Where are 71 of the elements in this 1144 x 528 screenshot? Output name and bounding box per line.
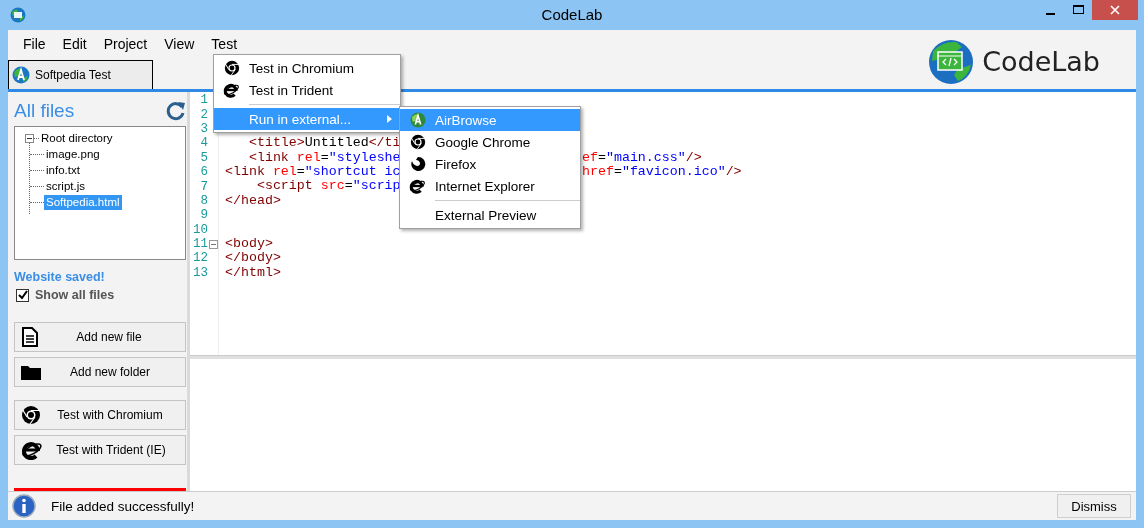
document-icon (21, 327, 39, 347)
folder-icon (21, 364, 41, 380)
close-icon (1110, 5, 1120, 15)
menu-item[interactable]: Test (204, 35, 245, 52)
menu-option[interactable]: External Preview (400, 204, 580, 226)
line-number: 4 (199, 136, 208, 151)
app-icon (10, 7, 26, 23)
window-title: CodeLab (541, 6, 603, 23)
menu-item[interactable]: Project (96, 35, 155, 52)
chromium-icon (409, 134, 426, 150)
line-number: 5 (199, 150, 208, 165)
firefox-icon (409, 156, 426, 172)
menu-option[interactable]: Firefox (400, 153, 580, 175)
checkbox-label: Show all files (35, 288, 115, 302)
tree-item[interactable]: image.png (44, 146, 102, 162)
menu-option[interactable]: Test in Chromium (214, 57, 400, 79)
ie-icon (223, 82, 240, 98)
code-line: href="favicon.ico"/> (582, 164, 742, 180)
globe-a-icon (409, 112, 426, 128)
sidebar-button[interactable]: Add new folder (14, 357, 186, 387)
menu-option[interactable]: Google Chrome (400, 131, 580, 153)
save-status: Website saved! (14, 270, 106, 284)
code-line: <title>Untitled</ti (247, 135, 401, 151)
sidebar-button[interactable]: Add new file (14, 322, 186, 352)
chromium-icon (21, 405, 41, 425)
line-number: 3 (199, 121, 208, 136)
line-number: 9 (199, 208, 208, 223)
code-line: </html> (225, 264, 281, 280)
menu-item[interactable]: Edit (55, 35, 94, 52)
file-tab[interactable]: Softpedia Test (8, 60, 153, 89)
dismiss-button[interactable]: Dismiss (1057, 494, 1131, 518)
sidebar-button[interactable]: Test with Chromium (14, 400, 186, 430)
menu-item[interactable]: View (157, 35, 202, 52)
code-line: </body> (225, 250, 281, 266)
ie-icon (409, 178, 426, 194)
chromium-icon (223, 60, 240, 76)
checkmark-icon (17, 290, 28, 300)
line-number: 7 (199, 179, 208, 194)
minimize-icon (1045, 13, 1055, 15)
line-number: 11 (192, 237, 208, 252)
line-number: 13 (192, 265, 208, 280)
logo-text: CodeLab (982, 46, 1100, 77)
code-line: <script src="scrip (255, 178, 401, 194)
sidebar-button[interactable]: Test with Trident (IE) (14, 435, 186, 465)
line-number: 6 (199, 165, 208, 180)
status-message: File added successfully! (51, 498, 195, 514)
submenu-arrow-icon (387, 115, 392, 123)
line-number: 8 (199, 193, 208, 208)
menu-item[interactable]: File (16, 35, 53, 52)
logo-icon (928, 38, 975, 85)
fold-icon[interactable] (208, 239, 218, 249)
code-line: <body> (225, 235, 273, 251)
collapse-icon[interactable] (25, 133, 34, 143)
globe-a-icon (12, 66, 30, 84)
checkbox[interactable] (16, 288, 29, 302)
line-number: 10 (192, 222, 208, 237)
code-line: <link rel="styleshe (247, 149, 401, 165)
tree-item[interactable]: Root directory (39, 130, 115, 146)
maximize-icon (1072, 5, 1084, 15)
tree-item[interactable]: info.txt (44, 162, 82, 178)
code-line: </head> (225, 192, 281, 208)
files-title: All files (14, 100, 75, 122)
line-number: 12 (192, 251, 208, 266)
line-number: 2 (199, 107, 208, 122)
menu-option[interactable]: Internet Explorer (400, 175, 580, 197)
code-line: ef="main.css"/> (582, 150, 702, 165)
ie-icon (21, 440, 43, 460)
line-number: 1 (199, 93, 208, 108)
tree-item[interactable]: script.js (44, 178, 87, 194)
code-line: <link rel="shortcut ic (225, 163, 401, 179)
refresh-icon[interactable] (166, 101, 186, 121)
